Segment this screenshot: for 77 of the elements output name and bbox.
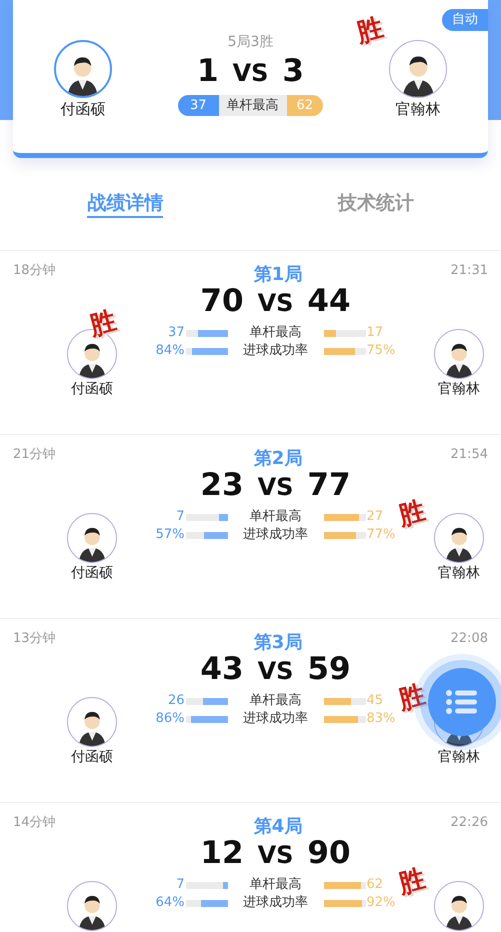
score-left: 23: [200, 467, 244, 503]
stat-label: 单杆最高: [248, 692, 302, 710]
game-time: 21:31: [450, 262, 488, 280]
stat-label: 进球成功率: [242, 526, 309, 544]
stat-label: 进球成功率: [242, 710, 309, 728]
vs-label: VS: [258, 840, 294, 871]
vs-label: VS: [258, 656, 294, 687]
stat-value: 86%: [154, 710, 186, 728]
vs-label: VS: [258, 472, 294, 503]
score-right: 77: [307, 467, 351, 503]
score-left: 70: [200, 283, 244, 319]
tab[interactable]: 战绩详情: [87, 190, 164, 218]
player-name: 官翰林: [396, 99, 440, 120]
stat-value: 92%: [366, 894, 396, 912]
win-label: 胜: [396, 866, 428, 898]
stat-value: 37: [178, 95, 218, 116]
list-icon: [446, 690, 478, 714]
win-label: 胜: [396, 498, 428, 530]
vs-label: VS: [258, 288, 294, 319]
stat-value: 27: [366, 508, 384, 526]
stat-value: 7: [175, 508, 186, 526]
score-right: 3: [282, 53, 304, 89]
player-name: 付函硕: [71, 748, 113, 767]
game-title: 第4局: [254, 815, 302, 839]
stat-value: 64%: [154, 894, 186, 912]
player-name: 官翰林: [438, 564, 480, 583]
win-label: 胜: [87, 308, 119, 340]
stat-label: 进球成功率: [242, 342, 309, 360]
avatar: [67, 697, 117, 747]
score-left: 1: [196, 53, 219, 89]
avatar: [434, 513, 484, 563]
avatar: [67, 513, 117, 563]
avatar: [434, 329, 484, 379]
vs-label: VS: [232, 58, 268, 89]
auto-badge: 自动: [442, 9, 488, 30]
stat-label: 单杆最高: [218, 95, 286, 116]
game-duration: 21分钟: [13, 446, 56, 464]
game-time: 21:54: [450, 446, 488, 464]
player-name: 付函硕: [71, 564, 113, 583]
game-time: 22:26: [450, 814, 488, 832]
score-right: 90: [307, 835, 351, 871]
score-left: 12: [200, 835, 244, 871]
game-duration: 14分钟: [13, 814, 56, 832]
match-format: 5局3胜: [228, 33, 274, 52]
player-name: 官翰林: [438, 380, 480, 399]
win-label: 胜: [354, 15, 386, 47]
tab[interactable]: 技术统计: [338, 190, 414, 218]
stat-value: 7: [175, 876, 186, 894]
game-duration: 18分钟: [13, 262, 56, 280]
game-title: 第1局: [254, 263, 302, 287]
stat-value: 83%: [366, 710, 396, 728]
stat-value: 57%: [154, 526, 186, 544]
player-name: 付函硕: [60, 99, 106, 120]
game-duration: 13分钟: [13, 630, 56, 648]
score-right: 59: [307, 651, 351, 687]
stat-label: 进球成功率: [242, 894, 309, 912]
stat-value: 77%: [366, 526, 396, 544]
stat-value: 45: [366, 692, 384, 710]
stat-value: 26: [166, 692, 186, 710]
game-time: 22:08: [450, 630, 488, 648]
player-name: 官翰林: [438, 748, 480, 767]
menu-fab[interactable]: [428, 668, 496, 736]
score-right: 44: [307, 283, 351, 319]
win-label: 胜: [396, 682, 428, 714]
stat-label: 单杆最高: [248, 508, 302, 526]
stat-value: 62: [366, 876, 384, 894]
game-title: 第2局: [254, 447, 302, 471]
player-name: 付函硕: [71, 380, 113, 399]
score-left: 43: [200, 651, 244, 687]
stat-value: 84%: [154, 342, 186, 360]
stat-label: 单杆最高: [248, 324, 302, 342]
stat-label: 单杆最高: [248, 876, 302, 894]
stat-value: 62: [286, 95, 324, 116]
stat-value: 17: [366, 324, 384, 342]
stat-value: 37: [166, 324, 186, 342]
stat-value: 75%: [366, 342, 396, 360]
game-title: 第3局: [254, 631, 302, 655]
